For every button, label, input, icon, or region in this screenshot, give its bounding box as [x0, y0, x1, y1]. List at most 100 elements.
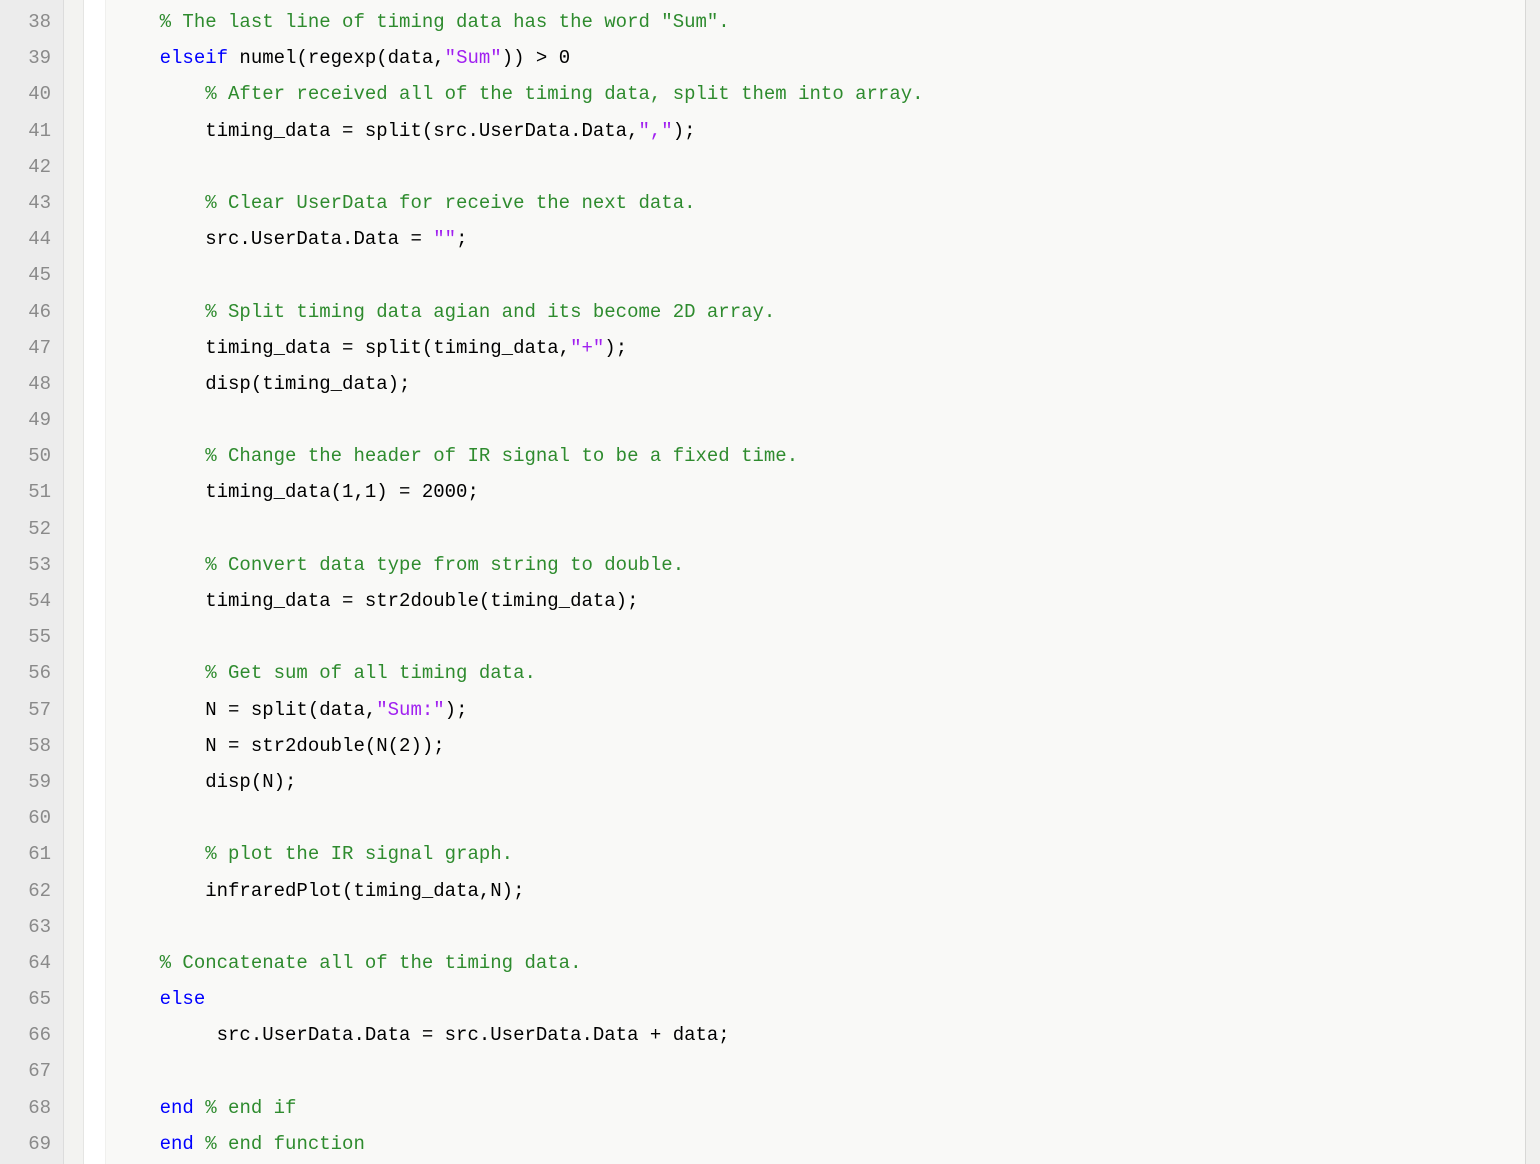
code-token: % plot the IR signal graph. [205, 843, 513, 865]
line-number: 41 [0, 113, 51, 149]
code-token: src.UserData.Data = src.UserData.Data + … [205, 1024, 730, 1046]
code-token: % Clear UserData for receive the next da… [205, 192, 695, 214]
code-line[interactable]: else [114, 981, 1525, 1017]
code-token: % The last line of timing data has the w… [160, 11, 730, 33]
code-token: disp(timing_data); [205, 373, 410, 395]
code-token: % Concatenate all of the timing data. [160, 952, 582, 974]
code-line[interactable]: end % end function [114, 1126, 1525, 1162]
code-line[interactable]: timing_data = split(src.UserData.Data,",… [114, 113, 1525, 149]
line-number: 46 [0, 294, 51, 330]
line-number: 38 [0, 4, 51, 40]
code-line[interactable]: % Change the header of IR signal to be a… [114, 438, 1525, 474]
code-token: % Get sum of all timing data. [205, 662, 536, 684]
code-token: end [160, 1133, 194, 1155]
line-number: 68 [0, 1090, 51, 1126]
code-area[interactable]: % The last line of timing data has the w… [106, 0, 1525, 1164]
code-token: timing_data = split(src.UserData.Data, [205, 120, 638, 142]
code-line[interactable] [114, 800, 1525, 836]
line-number: 56 [0, 655, 51, 691]
code-token: N = str2double(N(2)); [205, 735, 444, 757]
code-token: ); [604, 337, 627, 359]
line-number: 58 [0, 728, 51, 764]
code-line[interactable]: N = str2double(N(2)); [114, 728, 1525, 764]
code-token: )) > 0 [502, 47, 570, 69]
line-number: 65 [0, 981, 51, 1017]
code-line[interactable] [114, 619, 1525, 655]
line-number: 49 [0, 402, 51, 438]
code-line[interactable]: N = split(data,"Sum:"); [114, 692, 1525, 728]
code-token: "Sum" [445, 47, 502, 69]
code-token: "," [639, 120, 673, 142]
line-number: 54 [0, 583, 51, 619]
code-token: elseif [160, 47, 228, 69]
code-line[interactable]: % Clear UserData for receive the next da… [114, 185, 1525, 221]
code-token: ); [673, 120, 696, 142]
code-token: timing_data = str2double(timing_data); [205, 590, 638, 612]
code-line[interactable] [114, 402, 1525, 438]
code-line[interactable]: % Concatenate all of the timing data. [114, 945, 1525, 981]
code-token: % Split timing data agian and its become… [205, 301, 775, 323]
line-number: 69 [0, 1126, 51, 1162]
code-line[interactable]: timing_data = split(timing_data,"+"); [114, 330, 1525, 366]
line-number: 64 [0, 945, 51, 981]
line-number: 60 [0, 800, 51, 836]
code-line[interactable]: timing_data = str2double(timing_data); [114, 583, 1525, 619]
code-token: ); [445, 699, 468, 721]
code-line[interactable]: timing_data(1,1) = 2000; [114, 474, 1525, 510]
code-line[interactable]: infraredPlot(timing_data,N); [114, 873, 1525, 909]
code-editor: 3839404142434445464748495051525354555657… [0, 0, 1540, 1164]
code-line[interactable]: % Split timing data agian and its become… [114, 294, 1525, 330]
line-number: 52 [0, 511, 51, 547]
code-line[interactable] [114, 149, 1525, 185]
code-line[interactable]: % plot the IR signal graph. [114, 836, 1525, 872]
code-token: infraredPlot(timing_data,N); [205, 880, 524, 902]
code-token: disp(N); [205, 771, 296, 793]
line-number: 44 [0, 221, 51, 257]
line-number-gutter: 3839404142434445464748495051525354555657… [0, 0, 64, 1164]
code-token: src.UserData.Data = [205, 228, 433, 250]
code-line[interactable]: end % end if [114, 1090, 1525, 1126]
code-token: % end function [205, 1133, 365, 1155]
code-token [194, 1097, 205, 1119]
code-token: % Change the header of IR signal to be a… [205, 445, 798, 467]
breakpoint-strip[interactable] [84, 0, 106, 1164]
vertical-scrollbar[interactable] [1525, 0, 1540, 1164]
line-number: 67 [0, 1053, 51, 1089]
line-number: 43 [0, 185, 51, 221]
line-number: 55 [0, 619, 51, 655]
code-line[interactable]: src.UserData.Data = ""; [114, 221, 1525, 257]
code-token: ; [456, 228, 467, 250]
line-number: 39 [0, 40, 51, 76]
code-token: "Sum:" [376, 699, 444, 721]
code-line[interactable]: disp(N); [114, 764, 1525, 800]
code-line[interactable]: % The last line of timing data has the w… [114, 4, 1525, 40]
code-token: % Convert data type from string to doubl… [205, 554, 684, 576]
fold-gutter [64, 0, 84, 1164]
line-number: 63 [0, 909, 51, 945]
line-number: 40 [0, 76, 51, 112]
code-line[interactable]: elseif numel(regexp(data,"Sum")) > 0 [114, 40, 1525, 76]
code-token: % end if [205, 1097, 296, 1119]
code-line[interactable]: % Get sum of all timing data. [114, 655, 1525, 691]
code-line[interactable] [114, 511, 1525, 547]
code-token: % After received all of the timing data,… [205, 83, 923, 105]
line-number: 50 [0, 438, 51, 474]
code-line[interactable]: % After received all of the timing data,… [114, 76, 1525, 112]
line-number: 61 [0, 836, 51, 872]
code-line[interactable] [114, 257, 1525, 293]
code-token: "+" [570, 337, 604, 359]
code-token: "" [433, 228, 456, 250]
code-line[interactable]: disp(timing_data); [114, 366, 1525, 402]
line-number: 48 [0, 366, 51, 402]
code-token: numel(regexp(data, [228, 47, 445, 69]
code-line[interactable] [114, 1053, 1525, 1089]
code-line[interactable]: src.UserData.Data = src.UserData.Data + … [114, 1017, 1525, 1053]
code-token: timing_data(1,1) = 2000; [205, 481, 479, 503]
code-token: timing_data = split(timing_data, [205, 337, 570, 359]
code-line[interactable]: % Convert data type from string to doubl… [114, 547, 1525, 583]
code-token: N = split(data, [205, 699, 376, 721]
code-token [194, 1133, 205, 1155]
line-number: 45 [0, 257, 51, 293]
code-line[interactable] [114, 909, 1525, 945]
line-number: 47 [0, 330, 51, 366]
